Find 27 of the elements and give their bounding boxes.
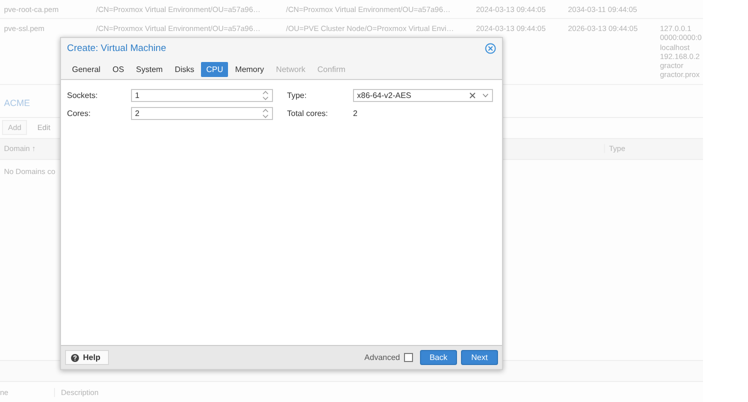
clear-icon[interactable] xyxy=(469,92,476,99)
spinner-arrows-icon xyxy=(262,90,269,101)
advanced-checkbox[interactable] xyxy=(404,353,413,362)
field-label: Sockets: xyxy=(67,91,99,100)
field-value: 2 xyxy=(353,109,358,118)
checkbox-label: Advanced xyxy=(364,353,400,362)
tab[interactable]: General xyxy=(67,62,106,76)
next-button[interactable]: Next xyxy=(461,350,498,365)
spinner-arrows-icon xyxy=(262,108,269,119)
dialog-title: Create: Virtual Machine xyxy=(67,43,166,54)
tab[interactable]: CPU xyxy=(201,62,228,76)
caret-icon xyxy=(482,93,489,98)
field-label: Total cores: xyxy=(287,109,329,118)
panel-title: ACME xyxy=(4,98,30,108)
tab[interactable]: Disks xyxy=(170,62,200,76)
back-button[interactable]: Back xyxy=(420,350,457,365)
help-button[interactable]: Help xyxy=(65,350,110,365)
tab[interactable]: OS xyxy=(107,62,130,76)
number-field[interactable]: 1 xyxy=(131,89,273,102)
dropdown-field[interactable]: x86-64-v2-AES xyxy=(353,89,493,102)
help-icon xyxy=(71,354,79,362)
close-icon[interactable] xyxy=(485,43,496,54)
number-field[interactable]: 2 xyxy=(131,107,273,120)
field-label: Cores: xyxy=(67,109,92,118)
tab[interactable]: System xyxy=(131,62,168,76)
tab[interactable]: Memory xyxy=(230,62,270,76)
field-label: Type: xyxy=(287,91,308,100)
